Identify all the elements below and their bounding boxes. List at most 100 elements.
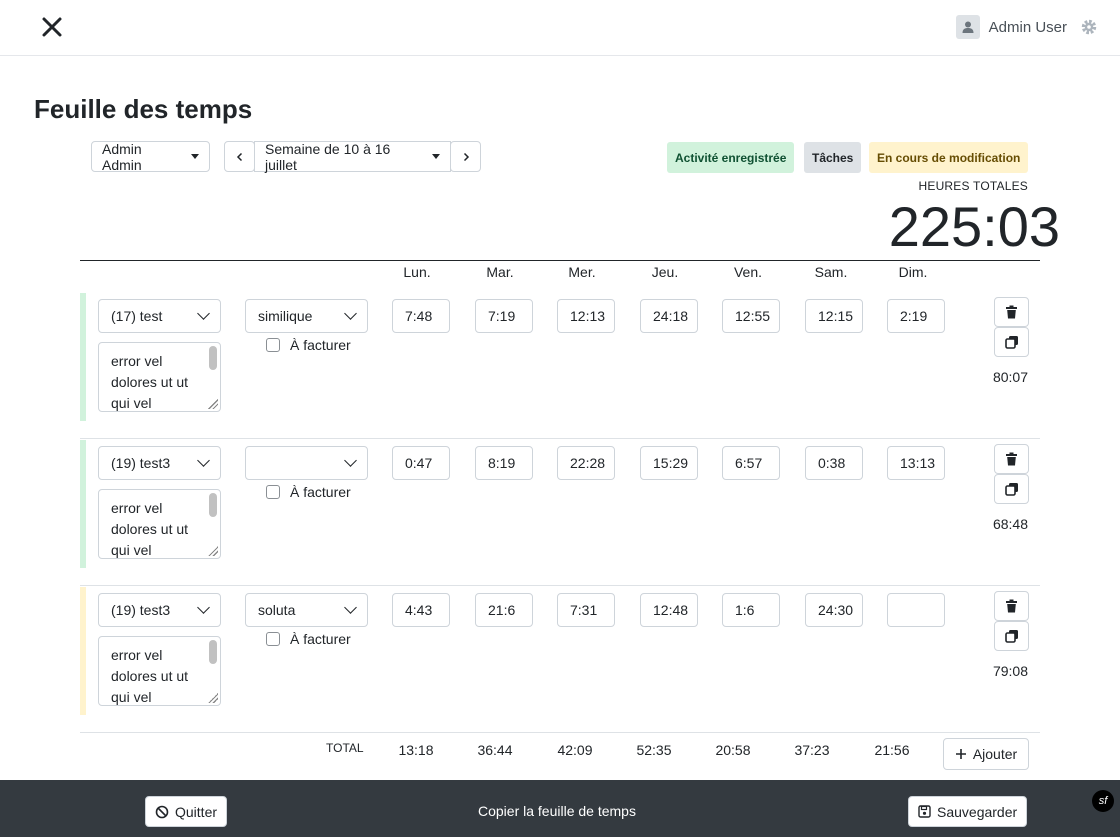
chevron-down-icon [344,454,357,467]
task-select[interactable]: soluta [245,593,368,627]
time-input-thu[interactable]: 12:48 [640,593,698,627]
total-hours-value: 225:03 [888,195,1060,258]
description-text: error vel dolores ut ut qui vel [111,647,189,705]
time-input-wed[interactable]: 22:28 [557,446,615,480]
time-input-thu[interactable]: 15:29 [640,446,698,480]
scrollbar-thumb[interactable] [209,493,217,517]
description-text: error vel dolores ut ut qui vel [111,500,189,558]
time-input-sun[interactable]: 13:13 [887,446,945,480]
chevron-left-icon [236,152,242,161]
row-status-bar [80,293,86,421]
time-input-fri[interactable]: 12:55 [722,299,780,333]
row-status-bar [80,587,86,715]
billable-checkbox[interactable] [266,632,280,646]
save-label: Sauvegarder [937,803,1018,820]
time-input-wed[interactable]: 12:13 [557,299,615,333]
duplicate-row-button[interactable] [994,327,1029,357]
time-input-sat[interactable]: 0:38 [805,446,863,480]
billable-checkbox-group[interactable]: À facturer [266,484,351,500]
billable-checkbox-group[interactable]: À facturer [266,337,351,353]
day-total-tue: 36:44 [477,742,513,758]
scrollbar-thumb[interactable] [209,346,217,370]
time-input-tue[interactable]: 7:19 [475,299,533,333]
user-name: Admin User [988,18,1067,36]
gear-icon[interactable] [1080,18,1098,36]
legend-editing: En cours de modification [869,142,1029,173]
day-total-mon: 13:18 [398,742,434,758]
time-input-mon[interactable]: 4:43 [392,593,450,627]
timesheet-row: (19) test3 soluta error vel dolores ut u… [80,587,1040,733]
resize-handle-icon[interactable] [208,546,218,556]
caret-down-icon [191,154,199,159]
resize-handle-icon[interactable] [208,693,218,703]
symfony-toolbar-icon[interactable]: sf [1092,790,1114,812]
billable-checkbox-group[interactable]: À facturer [266,631,351,647]
description-textarea[interactable]: error vel dolores ut ut qui vel [98,489,221,559]
description-textarea[interactable]: error vel dolores ut ut qui vel [98,636,221,706]
task-select[interactable]: similique [245,299,368,333]
billable-label: À facturer [290,337,351,353]
time-input-sun[interactable]: 2:19 [887,299,945,333]
employee-select[interactable]: Admin Admin [91,140,210,173]
delete-row-button[interactable] [994,297,1029,327]
project-select[interactable]: (17) test [98,299,221,333]
project-select[interactable]: (19) test3 [98,446,221,480]
row-total: 79:08 [992,663,1028,679]
billable-checkbox[interactable] [266,485,280,499]
time-input-wed[interactable]: 7:31 [557,593,615,627]
time-input-tue[interactable]: 8:19 [475,446,533,480]
page-title: Feuille des temps [34,94,253,124]
description-textarea[interactable]: error vel dolores ut ut qui vel [98,342,221,412]
next-week-button[interactable] [450,141,481,172]
row-status-bar [80,440,86,568]
day-header-fri: Ven. [733,264,763,280]
time-input-fri[interactable]: 1:6 [722,593,780,627]
day-total-fri: 20:58 [715,742,751,758]
time-input-mon[interactable]: 0:47 [392,446,450,480]
employee-select-value: Admin Admin [102,140,142,173]
time-input-fri[interactable]: 6:57 [722,446,780,480]
time-input-tue[interactable]: 21:6 [475,593,533,627]
task-select-value: soluta [258,602,296,618]
plus-icon [955,749,966,759]
legend-tasks: Tâches [804,142,862,173]
save-button[interactable]: Sauvegarder [908,796,1028,827]
timesheet-row: (19) test3 error vel dolores ut ut qui v… [80,440,1040,586]
scrollbar-thumb[interactable] [209,640,217,664]
chevron-down-icon [197,307,210,320]
day-header-sun: Dim. [898,264,928,280]
day-total-wed: 42:09 [557,742,593,758]
day-total-sun: 21:56 [874,742,910,758]
quit-button[interactable]: Quitter [145,796,228,827]
duplicate-row-button[interactable] [994,474,1029,504]
add-row-button[interactable]: Ajouter [943,738,1029,770]
trash-icon [1006,599,1017,613]
task-select[interactable] [245,446,368,480]
caret-down-icon [432,154,440,159]
week-select[interactable]: Semaine de 10 à 16 juillet [254,141,451,173]
day-header-mon: Lun. [403,264,431,280]
delete-row-button[interactable] [994,591,1029,621]
time-input-sun[interactable] [887,593,945,627]
time-input-thu[interactable]: 24:18 [640,299,698,333]
duplicate-row-button[interactable] [994,621,1029,651]
time-input-sat[interactable]: 24:30 [805,593,863,627]
add-row-label: Ajouter [972,746,1018,762]
copy-icon [1004,630,1018,643]
project-select-value: (17) test [111,308,163,324]
project-select[interactable]: (19) test3 [98,593,221,627]
close-icon[interactable] [38,13,66,41]
resize-handle-icon[interactable] [208,399,218,409]
row-total: 68:48 [992,516,1028,532]
day-header-tue: Mar. [486,264,514,280]
table-header-rule [80,260,1040,261]
copy-timesheet-link[interactable]: Copier la feuille de temps [478,803,636,819]
billable-checkbox[interactable] [266,338,280,352]
previous-week-button[interactable] [224,141,255,172]
chevron-down-icon [197,454,210,467]
time-input-mon[interactable]: 7:48 [392,299,450,333]
avatar [955,15,980,39]
delete-row-button[interactable] [994,444,1029,474]
time-input-sat[interactable]: 12:15 [805,299,863,333]
user-menu[interactable]: Admin User [955,15,1098,39]
